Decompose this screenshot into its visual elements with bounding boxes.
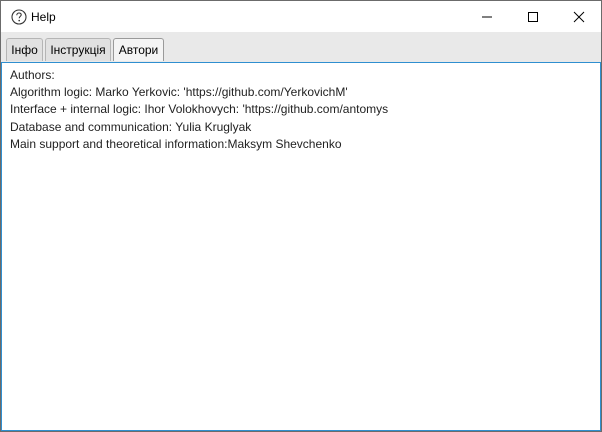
maximize-icon [528,11,538,22]
minimize-button[interactable] [464,1,510,32]
tab-authors[interactable]: Автори [113,38,164,61]
authors-text-area[interactable]: Authors: Algorithm logic: Marko Yerkovic… [1,62,601,431]
help-circle-icon [11,9,27,25]
author-line-database: Database and communication: Yulia Krugly… [10,119,252,134]
tab-info[interactable]: Інфо [6,38,43,61]
window-title: Help [31,10,56,24]
minimize-icon [482,16,492,17]
close-button[interactable] [556,1,602,32]
help-window: Help Інфо Інструкція Автори Authors: Alg… [0,0,602,432]
author-line-interface: Interface + internal logic: Ihor Volokho… [10,102,389,117]
tab-instructions[interactable]: Інструкція [45,38,111,61]
authors-heading: Authors: [10,68,55,82]
maximize-button[interactable] [510,1,556,32]
tab-strip: Інфо Інструкція Автори [1,32,601,62]
author-line-support: Main support and theoretical information… [10,136,342,151]
close-icon [573,11,585,22]
author-line-algorithm: Algorithm logic: Marko Yerkovic: 'https:… [10,85,348,100]
title-bar[interactable]: Help [1,1,601,32]
